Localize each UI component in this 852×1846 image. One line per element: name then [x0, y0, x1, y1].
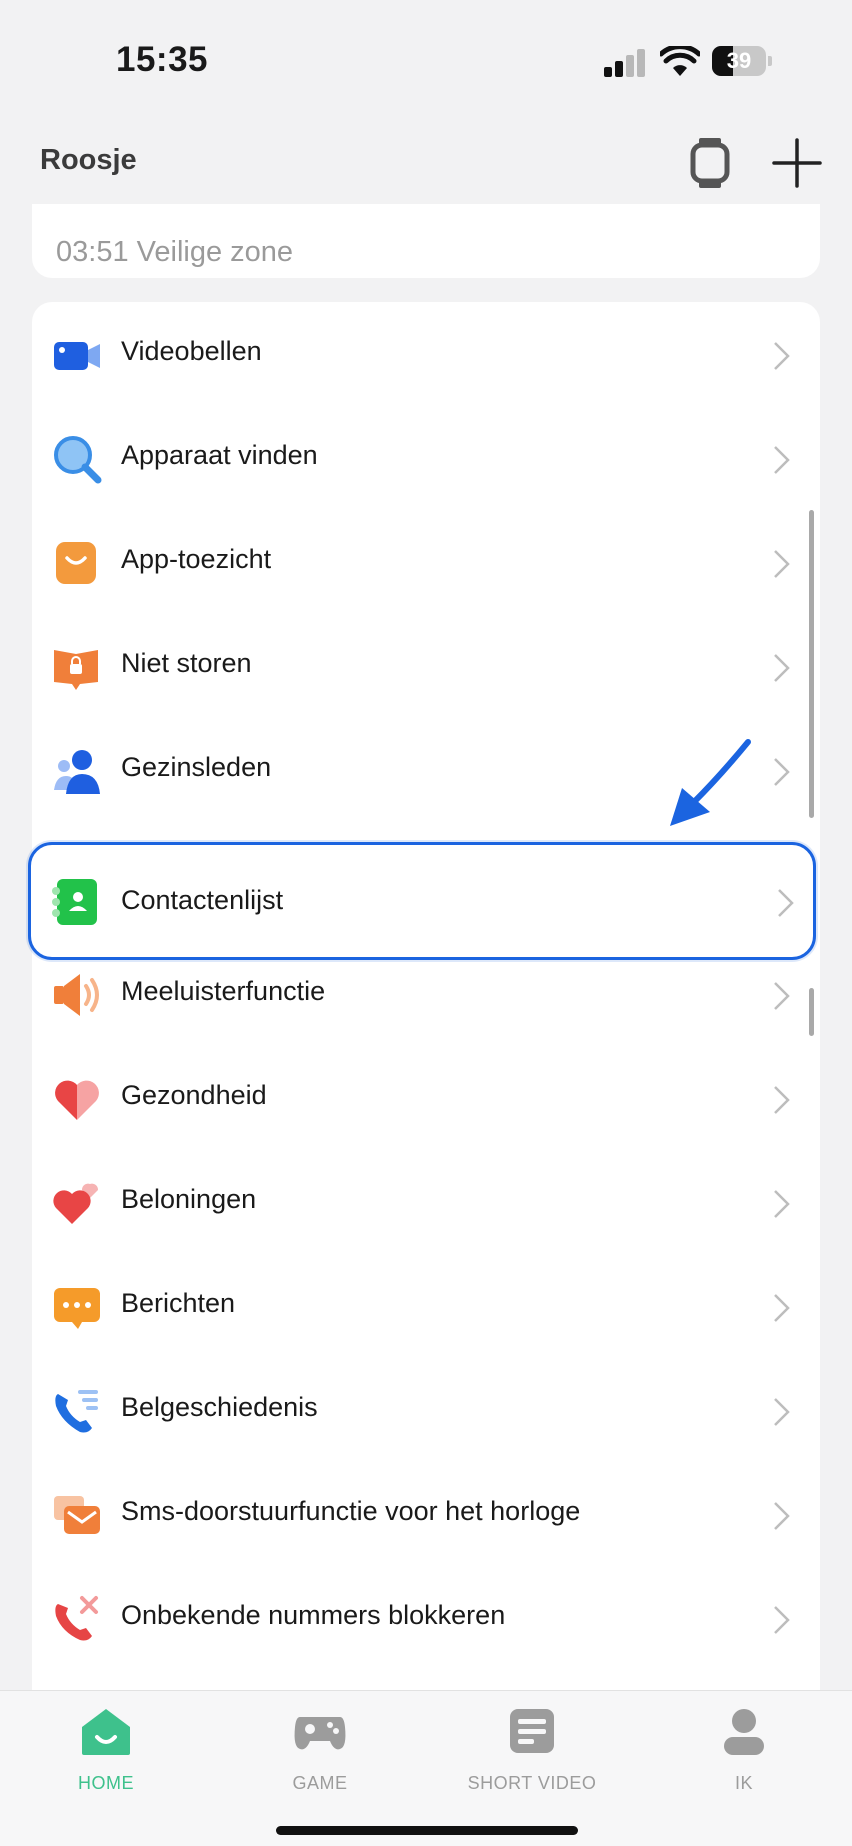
menu-item-label: Gezondheid: [121, 1080, 267, 1110]
menu-item-label: Niet storen: [121, 648, 252, 678]
menu-item-label: Beloningen: [121, 1184, 257, 1214]
health-icon: [55, 1080, 99, 1120]
video-call-icon: [54, 342, 100, 370]
scrollbar-lower[interactable]: [809, 988, 814, 1036]
tab-label: SHORT VIDEO: [467, 1773, 597, 1793]
family-members-icon: [54, 750, 100, 794]
chevron-right-icon: [774, 342, 790, 370]
chevron-right-icon: [774, 550, 790, 578]
tab-label: GAME: [292, 1773, 348, 1793]
short-video-icon: [510, 1709, 554, 1753]
menu-item-app-toezicht[interactable]: App-toezicht: [32, 510, 820, 614]
block-numbers-icon: [55, 1596, 98, 1641]
menu-item-label: Berichten: [121, 1288, 236, 1318]
sms-forward-icon: [54, 1496, 100, 1534]
status-bar: 15:35 39: [0, 0, 852, 120]
tab-game[interactable]: GAME: [230, 1701, 410, 1801]
scrollbar[interactable]: [809, 510, 814, 818]
battery-icon: 39: [712, 46, 772, 76]
pointer-arrow-icon: [670, 739, 751, 826]
find-device-icon: [54, 436, 102, 484]
chevron-right-icon: [774, 446, 790, 474]
chevron-right-icon: [774, 1294, 790, 1322]
home-indicator[interactable]: [276, 1826, 578, 1835]
chevron-right-icon: [774, 1502, 790, 1530]
menu-item-contactenlijst[interactable]: Contactenlijst: [28, 842, 816, 960]
menu-item-label: Apparaat vinden: [121, 440, 318, 470]
menu-item-beloningen[interactable]: Beloningen: [32, 1150, 820, 1254]
add-icon[interactable]: [772, 138, 822, 188]
chevron-right-icon: [774, 1606, 790, 1634]
tab-home[interactable]: HOME: [16, 1701, 196, 1801]
menu-item-gezondheid[interactable]: Gezondheid: [32, 1046, 820, 1150]
gamepad-icon: [294, 1717, 346, 1750]
menu-item-label: Onbekende nummers blokkeren: [121, 1600, 506, 1630]
listen-in-icon: [54, 974, 99, 1016]
safe-zone-text: 03:51 Veilige zone: [56, 236, 294, 268]
watch-icon[interactable]: [690, 136, 730, 190]
tab-label: IK: [734, 1773, 753, 1793]
messages-icon: [54, 1288, 100, 1329]
home-icon: [82, 1709, 130, 1755]
chevron-right-icon: [774, 982, 790, 1010]
page-title[interactable]: Roosje: [40, 144, 137, 177]
menu-item-label: Contactenlijst: [121, 885, 284, 915]
chevron-right-icon: [774, 1398, 790, 1426]
chevron-right-icon: [778, 889, 794, 917]
feature-list: Videobellen Apparaat vinden App-toezicht: [32, 302, 820, 1690]
menu-item-label: Gezinsleden: [121, 752, 272, 782]
menu-item-sms-doorstuurfunctie[interactable]: Sms-doorstuurfunctie voor het horloge: [32, 1462, 820, 1566]
tab-label: HOME: [78, 1773, 134, 1793]
call-history-icon: [55, 1390, 98, 1433]
chevron-right-icon: [774, 1190, 790, 1218]
menu-item-label: Videobellen: [121, 336, 262, 366]
do-not-disturb-icon: [54, 650, 98, 690]
menu-item-label: Belgeschiedenis: [121, 1392, 318, 1422]
tab-short-video[interactable]: SHORT VIDEO: [442, 1701, 622, 1801]
chevron-right-icon: [774, 654, 790, 682]
menu-item-niet-storen[interactable]: Niet storen: [32, 614, 820, 718]
menu-item-label: Meeluisterfunctie: [121, 976, 326, 1006]
menu-item-berichten[interactable]: Berichten: [32, 1254, 820, 1358]
contacts-icon: [52, 879, 97, 925]
menu-item-label: App-toezicht: [121, 544, 272, 574]
menu-item-belgeschiedenis[interactable]: Belgeschiedenis: [32, 1358, 820, 1462]
profile-icon: [724, 1709, 764, 1755]
tab-bar: HOME GAME SHORT VIDEO IK: [0, 1690, 852, 1846]
rewards-icon: [53, 1183, 99, 1224]
chevron-right-icon: [774, 758, 790, 786]
menu-item-label: Sms-doorstuurfunctie voor het horloge: [121, 1496, 581, 1526]
menu-item-onbekende-nummers-blokkeren[interactable]: Onbekende nummers blokkeren: [32, 1566, 820, 1670]
menu-item-videobellen[interactable]: Videobellen: [32, 302, 820, 406]
cellular-signal-icon: [604, 49, 648, 77]
menu-item-apparaat-vinden[interactable]: Apparaat vinden: [32, 406, 820, 510]
status-time: 15:35: [116, 40, 209, 79]
chevron-right-icon: [774, 1086, 790, 1114]
tab-ik[interactable]: IK: [654, 1701, 834, 1801]
battery-level: 39: [726, 48, 752, 73]
wifi-icon: [660, 46, 700, 76]
app-supervision-icon: [56, 542, 96, 584]
safe-zone-card[interactable]: 03:51 Veilige zone: [32, 204, 820, 278]
